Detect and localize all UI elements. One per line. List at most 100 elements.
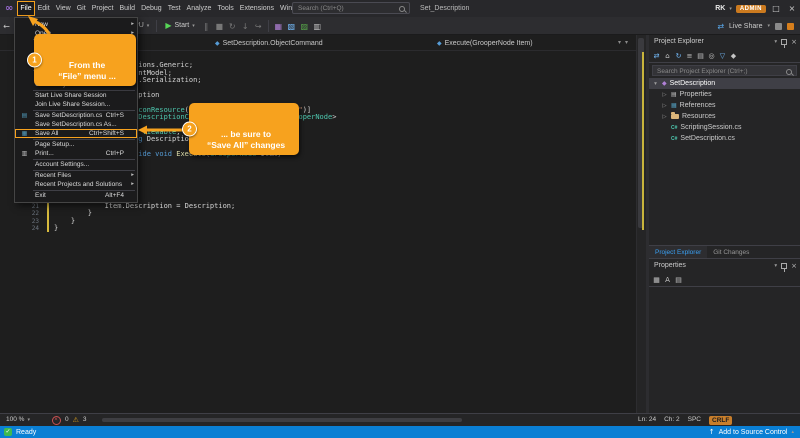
member-dropdown[interactable]: ◆ Execute(GrooperNode Item) [437, 37, 533, 49]
menu-item-start-live-share-session[interactable]: Start Live Share Session [15, 91, 137, 100]
status-bar: ✓ Ready ↑ Add to Source Control ▴ [0, 426, 800, 438]
save-icon: ▤ [19, 111, 30, 120]
menu-analyze[interactable]: Analyze [184, 1, 215, 16]
find-in-files-icon[interactable]: ▧ [285, 19, 298, 35]
settings-icon[interactable]: ◆ [728, 50, 739, 62]
menu-item-save-setdescription-cs-as[interactable]: Save SetDescription.cs As... [15, 120, 137, 129]
expander-icon[interactable]: ▾ [652, 81, 659, 87]
menu-git[interactable]: Git [74, 1, 89, 16]
menu-bar: FileEditViewGitProjectBuildDebugTestAnal… [17, 0, 328, 17]
menu-item-exit[interactable]: ExitAlt+F4 [15, 191, 137, 200]
filter-icon[interactable]: ▽ [717, 50, 728, 62]
line-indicator[interactable]: Ln: 24 [638, 414, 656, 426]
properties-icon[interactable]: ▤ [695, 50, 706, 62]
csharp-file-icon: C# [671, 136, 677, 142]
column-indicator[interactable]: Ch: 2 [664, 414, 680, 426]
user-avatar[interactable]: RK [715, 5, 725, 12]
tree-item-properties[interactable]: ▷▤Properties [649, 89, 800, 100]
pin-icon[interactable] [781, 39, 787, 45]
class-icon: ◆ [215, 40, 220, 47]
line-number: 21 [0, 203, 42, 210]
chevron-down-icon[interactable]: ▾ [774, 35, 777, 49]
home-icon[interactable]: ⌂ [662, 50, 673, 62]
tree-item-setdescription-cs[interactable]: C#SetDescription.cs [649, 133, 800, 144]
tree-item-scriptingsession-cs[interactable]: C#ScriptingSession.cs [649, 122, 800, 133]
close-icon[interactable]: × [791, 259, 797, 273]
callout-step-1: 1 From the “File” menu ... [34, 34, 136, 86]
tree-item-setdescription[interactable]: ▾◆SetDescription [649, 78, 800, 89]
back-icon[interactable]: ← [0, 19, 13, 35]
notifications-icon[interactable] [775, 23, 782, 30]
stop-icon[interactable]: ■ [213, 19, 226, 35]
panel-tabs: Project Explorer Git Changes [649, 245, 800, 259]
class-dropdown-label: SetDescription.ObjectCommand [223, 40, 323, 47]
spaces-indicator[interactable]: SPC [688, 414, 701, 426]
sync-icon[interactable]: ⇄ [651, 50, 662, 62]
tree-item-references[interactable]: ▷▦References [649, 100, 800, 111]
property-pages-icon[interactable]: ▤ [673, 274, 684, 286]
maximize-button[interactable]: □ [770, 4, 782, 13]
horizontal-scrollbar[interactable] [102, 418, 462, 422]
start-debug-button[interactable]: ▶ Start ▾ [160, 21, 199, 30]
class-dropdown[interactable]: ◆ SetDescription.ObjectCommand [215, 37, 323, 49]
menu-item-save-setdescription-cs[interactable]: ▤Save SetDescription.csCtrl+S [15, 111, 137, 120]
project-explorer-search-input[interactable]: Search Project Explorer (Ctrl+;) [652, 65, 797, 76]
menu-file[interactable]: File [17, 1, 34, 16]
step-into-icon[interactable]: ↓ [239, 19, 252, 35]
tree-item-resources[interactable]: ▷Resources [649, 111, 800, 122]
categorized-icon[interactable]: ▦ [651, 274, 662, 286]
menu-test[interactable]: Test [165, 1, 184, 16]
zoom-control[interactable]: 100 % ▾ [6, 414, 30, 426]
scrollbar-change-annotations [642, 52, 644, 230]
alphabetical-icon[interactable]: A [662, 274, 673, 286]
menu-item-save-all[interactable]: ▦Save AllCtrl+Shift+S [15, 129, 137, 138]
restart-icon[interactable]: ↻ [226, 19, 239, 35]
line-ending-indicator[interactable]: CRLF [709, 416, 732, 425]
ready-status: ✓ Ready [4, 426, 36, 438]
pause-icon[interactable]: ‖ [200, 19, 213, 35]
menu-item-recent-files[interactable]: Recent Files▸ [15, 171, 137, 180]
references-icon: ▦ [671, 102, 677, 109]
menu-item-page-setup[interactable]: Page Setup... [15, 140, 137, 149]
close-icon[interactable]: × [791, 35, 797, 49]
menu-project[interactable]: Project [89, 1, 117, 16]
menu-item-recent-projects-and-solutions[interactable]: Recent Projects and Solutions▸ [15, 180, 137, 189]
ready-label: Ready [16, 429, 36, 436]
menu-item-new[interactable]: New▸ [15, 20, 137, 29]
menu-extensions[interactable]: Extensions [237, 1, 277, 16]
menu-build[interactable]: Build [116, 1, 138, 16]
menu-edit[interactable]: Edit [35, 1, 53, 16]
error-warning-counts[interactable]: 0 ⚠ 3 [52, 414, 87, 426]
quick-search-input[interactable]: Search (Ctrl+Q) [292, 2, 410, 14]
step-over-icon[interactable]: ↪ [252, 19, 265, 35]
refresh-icon[interactable]: ↻ [673, 50, 684, 62]
menu-view[interactable]: View [53, 1, 74, 16]
scope-icon[interactable]: ◎ [706, 50, 717, 62]
submenu-arrow-icon: ▸ [131, 20, 134, 29]
warning-count: 3 [83, 414, 87, 426]
expander-icon[interactable]: ▷ [661, 114, 668, 120]
menu-item-print[interactable]: ▥Print...Ctrl+P [15, 149, 137, 158]
expander-icon[interactable]: ▷ [661, 103, 668, 109]
menu-item-join-live-share-session[interactable]: Join Live Share Session... [15, 100, 137, 109]
collapse-all-icon[interactable]: ≡ [684, 50, 695, 62]
menu-debug[interactable]: Debug [138, 1, 165, 16]
menu-tools[interactable]: Tools [214, 1, 236, 16]
close-button[interactable]: × [786, 4, 798, 13]
callout-step-1-number: 1 [27, 53, 42, 68]
bookmark-icon[interactable]: ▥ [311, 19, 324, 35]
add-to-source-control-button[interactable]: ↑ Add to Source Control ▴ [709, 426, 794, 438]
menu-item-account-settings[interactable]: Account Settings... [15, 160, 137, 169]
callout-step-1-text: From the “File” menu ... [58, 60, 116, 81]
chevron-down-icon[interactable]: ▾ [774, 259, 777, 273]
properties-toolbar: ▦A▤ [649, 273, 800, 287]
comment-out-icon[interactable]: ▨ [298, 19, 311, 35]
live-share-button[interactable]: Live Share [729, 23, 762, 30]
properties-panel: Properties ▾ × ▦A▤ [649, 258, 800, 413]
build-icon[interactable]: ▦ [272, 19, 285, 35]
pin-icon[interactable] [781, 263, 787, 269]
expander-icon[interactable]: ▷ [661, 92, 668, 98]
nav-dropdown-carets[interactable]: ▾▾ [618, 39, 632, 46]
feedback-icon[interactable] [787, 23, 794, 30]
error-count: 0 [65, 414, 69, 426]
